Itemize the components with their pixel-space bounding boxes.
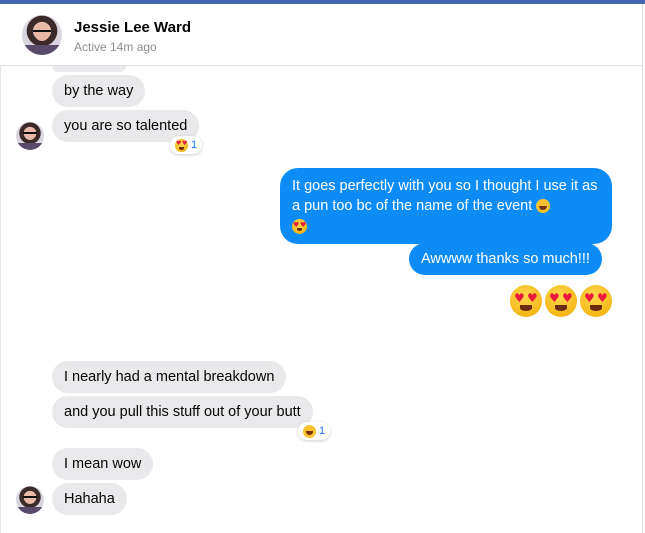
message-text: Hahaha [64,491,115,507]
contact-avatar-small[interactable] [16,122,44,150]
chat-header: Jessie Lee Ward Active 14m ago [0,4,642,66]
message-text: you are so talented [64,118,188,134]
message-text: I mean wow [64,456,142,472]
reaction-count: 1 [191,139,198,151]
message-bubble-incoming[interactable]: I mean wow [52,448,154,480]
grinning-sweat-emoji-icon [536,199,551,214]
heart-eyes-emoji-icon: ♥ ♥ [545,285,577,317]
message-text: and you pull this stuff out of your butt [64,404,301,420]
contact-name[interactable]: Jessie Lee Ward [74,19,191,36]
message-text: Awwww thanks so much!!! [421,251,590,267]
message-bubble-incoming[interactable]: I nearly had a mental breakdown [52,361,287,393]
heart-eyes-emoji-icon: ♥ ♥ [292,218,307,234]
reaction-count: 1 [319,425,326,437]
grinning-sweat-emoji-icon [303,424,316,438]
message-text: It goes perfectly with you so I thought … [292,178,598,214]
previous-message-bubble [52,66,126,72]
heart-eyes-emoji-icon: ♥ ♥ [175,138,188,152]
emoji-only-message[interactable]: ♥ ♥ ♥ ♥ ♥ ♥ [510,285,612,317]
right-border [642,4,643,533]
heart-eyes-emoji-icon: ♥ ♥ [510,285,542,317]
active-status: Active 14m ago [74,40,157,54]
contact-avatar-small[interactable] [16,486,44,514]
heart-eyes-emoji-icon: ♥ ♥ [580,285,612,317]
message-bubble-incoming[interactable]: Hahaha [52,483,127,515]
message-bubble-outgoing[interactable]: Awwww thanks so much!!! [409,243,602,275]
contact-avatar[interactable] [22,15,62,55]
message-bubble-incoming[interactable]: and you pull this stuff out of your butt [52,396,313,428]
message-bubble-outgoing[interactable]: It goes perfectly with you so I thought … [280,168,612,244]
left-border [0,4,1,533]
message-reaction[interactable]: 1 [298,422,331,440]
message-text: by the way [64,83,134,99]
message-reaction[interactable]: ♥ ♥ 1 [170,136,203,154]
message-bubble-incoming[interactable]: by the way [52,75,146,107]
message-text: I nearly had a mental breakdown [64,369,275,385]
